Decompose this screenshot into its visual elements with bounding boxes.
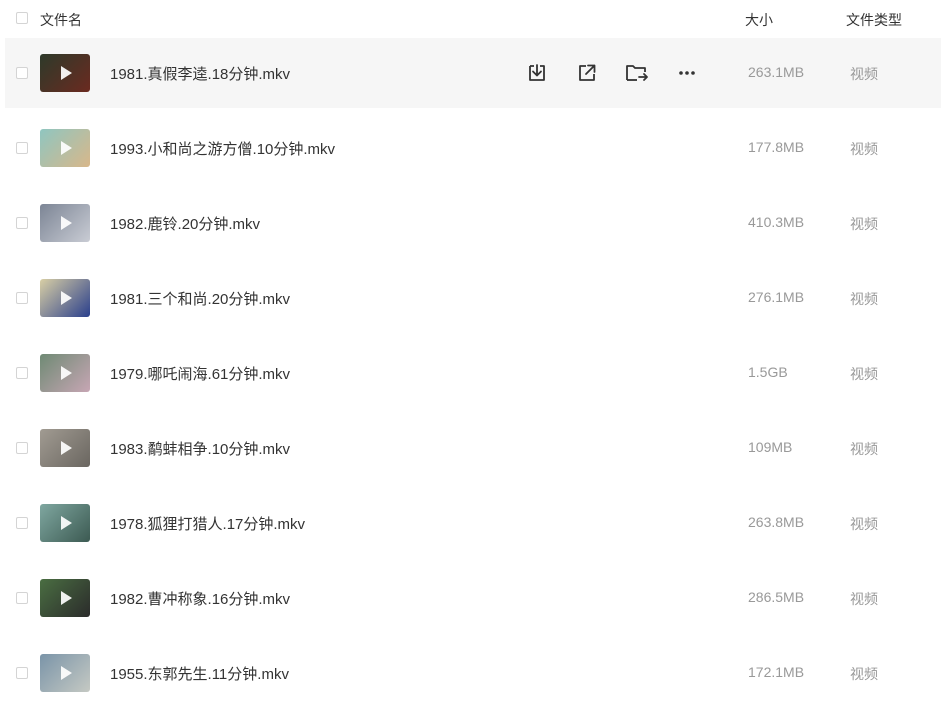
video-thumbnail[interactable] — [40, 129, 90, 167]
play-icon — [61, 141, 72, 155]
row-checkbox[interactable] — [16, 292, 28, 304]
row-checkbox[interactable] — [16, 442, 28, 454]
file-size: 1.5GB — [748, 364, 788, 380]
download-icon[interactable] — [525, 61, 549, 85]
file-type: 视频 — [850, 141, 878, 157]
file-type: 视频 — [850, 666, 878, 682]
row-checkbox[interactable] — [16, 667, 28, 679]
file-name[interactable]: 1979.哪吒闹海.61分钟.mkv — [110, 363, 290, 384]
move-to-folder-icon[interactable] — [625, 61, 649, 85]
column-header-name[interactable]: 文件名 — [40, 10, 82, 30]
file-name[interactable]: 1978.狐狸打猎人.17分钟.mkv — [110, 513, 305, 534]
row-checkbox[interactable] — [16, 142, 28, 154]
file-size: 263.8MB — [748, 514, 805, 530]
column-header-size[interactable]: 大小 — [745, 10, 773, 30]
row-checkbox[interactable] — [16, 67, 28, 79]
file-type: 视频 — [850, 441, 878, 457]
file-row[interactable]: 1982.鹿铃.20分钟.mkv 410.3MB 视频 — [5, 188, 941, 258]
file-type: 视频 — [850, 591, 878, 607]
file-name[interactable]: 1955.东郭先生.11分钟.mkv — [110, 663, 289, 684]
file-name[interactable]: 1981.三个和尚.20分钟.mkv — [110, 288, 290, 309]
play-icon — [61, 66, 72, 80]
file-size: 172.1MB — [748, 664, 805, 680]
row-checkbox[interactable] — [16, 517, 28, 529]
file-size: 410.3MB — [748, 214, 805, 230]
file-name[interactable]: 1993.小和尚之游方僧.10分钟.mkv — [110, 138, 335, 159]
video-thumbnail[interactable] — [40, 429, 90, 467]
play-icon — [61, 666, 72, 680]
play-icon — [61, 591, 72, 605]
file-size: 286.5MB — [748, 589, 805, 605]
file-name[interactable]: 1981.真假李逵.18分钟.mkv — [110, 63, 290, 84]
play-icon — [61, 366, 72, 380]
file-name[interactable]: 1983.鹬蚌相争.10分钟.mkv — [110, 438, 290, 459]
file-list-header: 文件名 大小 文件类型 — [0, 0, 941, 38]
file-type: 视频 — [850, 516, 878, 532]
play-icon — [61, 216, 72, 230]
file-row[interactable]: 1983.鹬蚌相争.10分钟.mkv 109MB 视频 — [5, 413, 941, 483]
file-row[interactable]: 1978.狐狸打猎人.17分钟.mkv 263.8MB 视频 — [5, 488, 941, 558]
play-icon — [61, 441, 72, 455]
file-name[interactable]: 1982.曹冲称象.16分钟.mkv — [110, 588, 290, 609]
video-thumbnail[interactable] — [40, 54, 90, 92]
video-thumbnail[interactable] — [40, 354, 90, 392]
file-row[interactable]: 1982.曹冲称象.16分钟.mkv 286.5MB 视频 — [5, 563, 941, 633]
file-type: 视频 — [850, 66, 878, 82]
file-size: 263.1MB — [748, 64, 805, 80]
file-row[interactable]: 1981.真假李逵.18分钟.mkv 263.1MB 视频 — [5, 38, 941, 108]
file-row[interactable]: 1955.东郭先生.11分钟.mkv 172.1MB 视频 — [5, 638, 941, 708]
video-thumbnail[interactable] — [40, 204, 90, 242]
select-all-checkbox[interactable] — [16, 12, 28, 24]
file-row[interactable]: 1979.哪吒闹海.61分钟.mkv 1.5GB 视频 — [5, 338, 941, 408]
row-checkbox[interactable] — [16, 217, 28, 229]
file-size: 177.8MB — [748, 139, 805, 155]
column-header-type[interactable]: 文件类型 — [846, 10, 902, 30]
video-thumbnail[interactable] — [40, 504, 90, 542]
file-type: 视频 — [850, 216, 878, 232]
video-thumbnail[interactable] — [40, 279, 90, 317]
row-checkbox[interactable] — [16, 592, 28, 604]
file-type: 视频 — [850, 291, 878, 307]
file-name[interactable]: 1982.鹿铃.20分钟.mkv — [110, 213, 260, 234]
video-thumbnail[interactable] — [40, 654, 90, 692]
file-size: 109MB — [748, 439, 793, 455]
video-thumbnail[interactable] — [40, 579, 90, 617]
file-row[interactable]: 1981.三个和尚.20分钟.mkv 276.1MB 视频 — [5, 263, 941, 333]
more-icon[interactable] — [675, 61, 699, 85]
play-icon — [61, 291, 72, 305]
row-checkbox[interactable] — [16, 367, 28, 379]
file-size: 276.1MB — [748, 289, 805, 305]
share-icon[interactable] — [575, 61, 599, 85]
file-row[interactable]: 1993.小和尚之游方僧.10分钟.mkv 177.8MB 视频 — [5, 113, 941, 183]
play-icon — [61, 516, 72, 530]
file-type: 视频 — [850, 366, 878, 382]
